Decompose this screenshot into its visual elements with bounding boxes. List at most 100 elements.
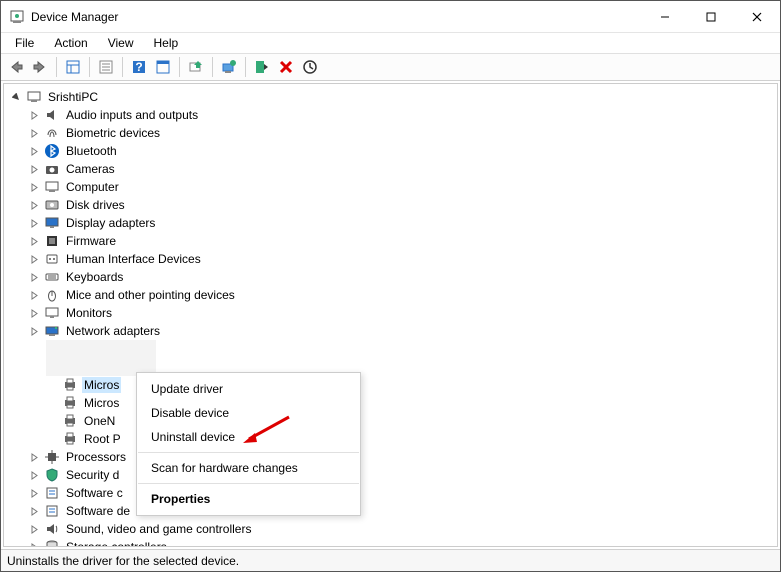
tree-category[interactable]: Disk drives [10, 196, 777, 214]
tree-category[interactable]: Audio inputs and outputs [10, 106, 777, 124]
tree-category[interactable]: Cameras [10, 160, 777, 178]
tree-item-printer[interactable]: Root P [10, 430, 777, 448]
tree-item-printer[interactable]: Micros [10, 394, 777, 412]
menu-action[interactable]: Action [46, 34, 95, 52]
statusbar-text: Uninstalls the driver for the selected d… [7, 554, 594, 568]
toolbar-separator [212, 57, 213, 77]
camera-icon [44, 161, 60, 177]
expand-icon[interactable] [28, 235, 40, 247]
expand-icon[interactable] [28, 451, 40, 463]
menu-item-properties[interactable]: Properties [137, 487, 360, 511]
menu-view[interactable]: View [100, 34, 142, 52]
tree-category-label: Software c [64, 485, 125, 501]
tree-category[interactable]: Monitors [10, 304, 777, 322]
collapse-icon[interactable] [10, 91, 22, 103]
expand-icon[interactable] [28, 541, 40, 547]
expand-icon[interactable] [28, 109, 40, 121]
expand-icon[interactable] [28, 199, 40, 211]
security-icon [44, 467, 60, 483]
menu-item-disable-device[interactable]: Disable device [137, 401, 360, 425]
menu-item-update-driver[interactable]: Update driver [137, 377, 360, 401]
tree-category[interactable]: Biometric devices [10, 124, 777, 142]
minimize-button[interactable] [642, 1, 688, 33]
tree-category-label: Storage controllers [64, 539, 169, 547]
uninstall-device-button[interactable] [275, 56, 297, 78]
menu-help[interactable]: Help [146, 34, 187, 52]
expand-icon[interactable] [28, 145, 40, 157]
update-driver-button[interactable] [218, 56, 240, 78]
tree-category[interactable]: Storage controllers [10, 538, 777, 547]
menu-separator [138, 483, 359, 484]
expand-icon[interactable] [28, 163, 40, 175]
statusbar: Uninstalls the driver for the selected d… [1, 549, 780, 571]
firmware-icon [44, 233, 60, 249]
tree-category[interactable]: Firmware [10, 232, 777, 250]
tree-category-label: Bluetooth [64, 143, 119, 159]
tree-category[interactable]: Display adapters [10, 214, 777, 232]
device-tree[interactable]: SrishtiPC Audio inputs and outputsBiomet… [4, 84, 777, 547]
tree-category-label: Keyboards [64, 269, 125, 285]
expand-icon[interactable] [28, 181, 40, 193]
tree-category[interactable]: Sound, video and game controllers [10, 520, 777, 538]
expand-icon[interactable] [28, 307, 40, 319]
context-menu: Update driver Disable device Uninstall d… [136, 372, 361, 516]
close-button[interactable] [734, 1, 780, 33]
expand-icon[interactable] [28, 325, 40, 337]
toolbar-separator [89, 57, 90, 77]
scan-hardware-button[interactable] [185, 56, 207, 78]
redacted-region [46, 340, 156, 376]
printer-icon [62, 413, 78, 429]
action-sheet-button[interactable] [152, 56, 174, 78]
mouse-icon [44, 287, 60, 303]
tree-category[interactable]: Processors [10, 448, 777, 466]
display-icon [44, 215, 60, 231]
toolbar-separator [179, 57, 180, 77]
expand-icon[interactable] [28, 469, 40, 481]
menu-item-scan-hardware[interactable]: Scan for hardware changes [137, 456, 360, 480]
expand-icon[interactable] [28, 523, 40, 535]
expand-icon[interactable] [28, 127, 40, 139]
tree-category[interactable]: Software de [10, 502, 777, 520]
tree-category-label: Biometric devices [64, 125, 162, 141]
expand-icon[interactable] [28, 271, 40, 283]
tree-category[interactable]: Network adapters [10, 322, 777, 340]
expand-icon[interactable] [28, 487, 40, 499]
tree-root[interactable]: SrishtiPC [10, 88, 777, 106]
tree-category-label: Network adapters [64, 323, 162, 339]
printer-icon [62, 395, 78, 411]
show-hide-tree-button[interactable] [62, 56, 84, 78]
tree-category[interactable]: Security d [10, 466, 777, 484]
tree-item-label: Micros [82, 395, 121, 411]
software-icon [44, 485, 60, 501]
menu-item-uninstall-device[interactable]: Uninstall device [137, 425, 360, 449]
forward-button[interactable] [29, 56, 51, 78]
menu-file[interactable]: File [7, 34, 42, 52]
expand-icon[interactable] [28, 289, 40, 301]
back-button[interactable] [5, 56, 27, 78]
sound-icon [44, 521, 60, 537]
enable-device-button[interactable] [251, 56, 273, 78]
tree-category[interactable]: Software c [10, 484, 777, 502]
tree-item-label: OneN [82, 413, 117, 429]
menu-separator [138, 452, 359, 453]
disable-device-button[interactable] [299, 56, 321, 78]
tree-category[interactable]: Human Interface Devices [10, 250, 777, 268]
tree-category[interactable]: Keyboards [10, 268, 777, 286]
expand-icon[interactable] [28, 253, 40, 265]
expand-icon[interactable] [28, 217, 40, 229]
expand-icon[interactable] [28, 505, 40, 517]
tree-item-printer[interactable]: OneN [10, 412, 777, 430]
fingerprint-icon [44, 125, 60, 141]
software-icon [44, 503, 60, 519]
tree-category[interactable]: Computer [10, 178, 777, 196]
help-button[interactable]: ? [128, 56, 150, 78]
tree-category[interactable]: Mice and other pointing devices [10, 286, 777, 304]
tree-panel: SrishtiPC Audio inputs and outputsBiomet… [1, 81, 780, 549]
maximize-button[interactable] [688, 1, 734, 33]
tree-category-label: Software de [64, 503, 132, 519]
tree-item-printer-selected[interactable]: Micros [10, 376, 777, 394]
tree-category-label: Cameras [64, 161, 117, 177]
printer-icon [62, 377, 78, 393]
tree-category[interactable]: Bluetooth [10, 142, 777, 160]
properties-button[interactable] [95, 56, 117, 78]
